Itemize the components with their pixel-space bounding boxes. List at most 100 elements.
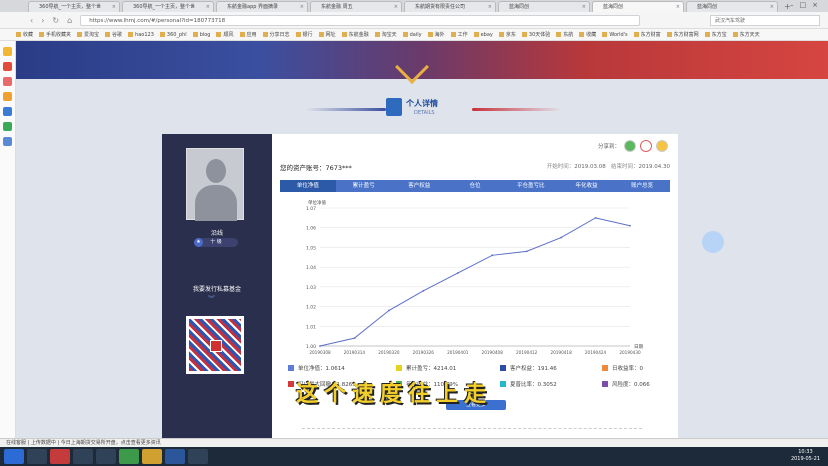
- bookmark-item[interactable]: 海外: [428, 31, 445, 38]
- tab-metric[interactable]: 年化收益: [559, 180, 615, 192]
- browser-tab[interactable]: 蓝海同创 ×: [498, 1, 590, 12]
- browser-tab[interactable]: 蓝海同创 ×: [592, 1, 684, 12]
- list-icon[interactable]: [3, 107, 12, 116]
- y-tick-label: 1.04: [306, 265, 316, 271]
- bookmark-item[interactable]: 30天体验: [522, 31, 550, 38]
- close-icon[interactable]: ×: [770, 2, 774, 12]
- forward-icon[interactable]: ›: [41, 16, 44, 25]
- legend-swatch: [602, 365, 608, 371]
- level-badge: ★ 十 级: [194, 238, 238, 247]
- document-icon[interactable]: [3, 137, 12, 146]
- close-icon[interactable]: ×: [676, 2, 680, 12]
- tab-metric[interactable]: 账户总览: [614, 180, 670, 192]
- bookmark-item[interactable]: 淘宝天: [375, 31, 397, 38]
- bookmark-item[interactable]: 手机收藏夹: [39, 31, 71, 38]
- bookmark-item[interactable]: ebay: [474, 32, 493, 38]
- favorites-icon[interactable]: [3, 47, 12, 56]
- game-icon[interactable]: [3, 77, 12, 86]
- bookmark-item[interactable]: 东航: [556, 31, 573, 38]
- url-input[interactable]: https://www.lhmj.com/#/personal?id=18077…: [80, 14, 641, 26]
- bookmark-item[interactable]: 顺风: [216, 31, 233, 38]
- level-label: 十 级: [210, 239, 222, 245]
- browser-tab[interactable]: 东航金融 周五 ×: [310, 1, 402, 12]
- close-icon[interactable]: ×: [582, 2, 586, 12]
- recorder-icon[interactable]: [188, 449, 208, 464]
- tab-metric[interactable]: 单位净值: [280, 180, 336, 192]
- wechat-icon[interactable]: [624, 140, 636, 152]
- weibo-share-icon[interactable]: [640, 140, 652, 152]
- issue-fund-link[interactable]: 我要发行私募基金: [162, 284, 272, 293]
- bookmark-item[interactable]: 京东: [499, 31, 516, 38]
- bookmark-item[interactable]: 收藏: [579, 31, 596, 38]
- chrome-icon[interactable]: [142, 449, 162, 464]
- x-tick-label: 20190412: [516, 350, 538, 355]
- legend-label: 累计盈亏：4214.01: [406, 366, 457, 372]
- y-tick-label: 1.03: [306, 285, 316, 291]
- bookmark-item[interactable]: 东方宝: [705, 31, 727, 38]
- browser-icon[interactable]: [50, 449, 70, 464]
- start-icon[interactable]: [4, 449, 24, 464]
- mail-icon[interactable]: [3, 122, 12, 131]
- close-icon[interactable]: ×: [488, 2, 492, 12]
- close-icon[interactable]: ×: [300, 2, 304, 12]
- tab-metric[interactable]: 客户权益: [391, 180, 447, 192]
- bookmark-item[interactable]: World's: [602, 32, 627, 38]
- legend-swatch: [602, 381, 608, 387]
- search-input[interactable]: 武汉汽车驾驶: [710, 15, 820, 26]
- bookmark-item[interactable]: 分享日志: [263, 31, 290, 38]
- tab-metric[interactable]: 平仓盈亏比: [503, 180, 559, 192]
- bookmark-item[interactable]: 东方天天: [733, 31, 760, 38]
- browser-tab[interactable]: 360导航_一个主页，整个世 ×: [122, 1, 214, 12]
- bookmark-item[interactable]: 东航金融: [342, 31, 369, 38]
- back-icon[interactable]: ‹: [30, 16, 33, 25]
- legend-item: 单位净值：1.0614: [288, 364, 396, 372]
- y-tick-label: 1.05: [306, 245, 316, 251]
- media-icon[interactable]: [96, 449, 116, 464]
- legend-swatch: [288, 381, 294, 387]
- browser-tab[interactable]: 蓝海同创 ×: [686, 1, 778, 12]
- start-label: 开始时间：: [546, 164, 575, 170]
- refresh-icon[interactable]: ↻: [52, 16, 59, 25]
- tab-metric[interactable]: 累计盈亏: [336, 180, 392, 192]
- cursor-highlight: [702, 231, 724, 253]
- bookmark-item[interactable]: 东方财富: [634, 31, 661, 38]
- legend-item: 夏普比率：0.3052: [500, 380, 602, 388]
- browser-tab[interactable]: 360导航_一个主页，整个世 ×: [28, 1, 120, 12]
- star-share-icon[interactable]: [656, 140, 668, 152]
- legend-item: 日收益率：0: [602, 364, 682, 372]
- app-icon[interactable]: [119, 449, 139, 464]
- home-icon[interactable]: ⌂: [67, 16, 72, 25]
- data-point: [353, 337, 356, 340]
- y-tick-label: 1.01: [306, 324, 316, 330]
- taskbar: 10:33 2019-05-21: [0, 447, 828, 466]
- close-icon[interactable]: ×: [112, 2, 116, 12]
- explorer-icon[interactable]: [73, 449, 93, 464]
- notes-icon[interactable]: [3, 92, 12, 101]
- bookmark-item[interactable]: 银行: [296, 31, 313, 38]
- bookmarks-bar: 收藏 手机收藏夹 爱淘宝 谷歌 hao123 360_phl blog 顺风 应用 分享日志 银行网…: [0, 29, 828, 41]
- close-icon[interactable]: ×: [394, 2, 398, 12]
- browser-tab[interactable]: 东航金融app 界面摘录 ×: [216, 1, 308, 12]
- bookmark-item[interactable]: 应用: [240, 31, 257, 38]
- weibo-icon[interactable]: [3, 62, 12, 71]
- browser-tab[interactable]: 东航期货有限责任公司 ×: [404, 1, 496, 12]
- y-tick-label: 1.07: [306, 206, 316, 212]
- word-icon[interactable]: [165, 449, 185, 464]
- bookmark-item[interactable]: 收藏: [16, 31, 33, 38]
- profile-card: 沿线 ★ 十 级 我要发行私募基金 ︾: [162, 134, 272, 438]
- bookmark-item[interactable]: hao123: [128, 32, 154, 38]
- legend-label: 客户权益：191.46: [510, 366, 557, 372]
- bookmark-item[interactable]: 东方财富网: [667, 31, 699, 38]
- bookmark-item[interactable]: 爱淘宝: [77, 31, 99, 38]
- close-icon[interactable]: ×: [206, 2, 210, 12]
- bookmark-item[interactable]: daily: [403, 32, 422, 38]
- tab-metric[interactable]: 仓位: [447, 180, 503, 192]
- folder-icon[interactable]: [27, 449, 47, 464]
- window-controls[interactable]: –□×: [790, 1, 824, 9]
- data-point: [422, 289, 425, 292]
- bookmark-item[interactable]: blog: [193, 32, 211, 38]
- bookmark-item[interactable]: 网址: [319, 31, 336, 38]
- bookmark-item[interactable]: 360_phl: [160, 32, 187, 38]
- bookmark-item[interactable]: 工作: [451, 31, 468, 38]
- bookmark-item[interactable]: 谷歌: [105, 31, 122, 38]
